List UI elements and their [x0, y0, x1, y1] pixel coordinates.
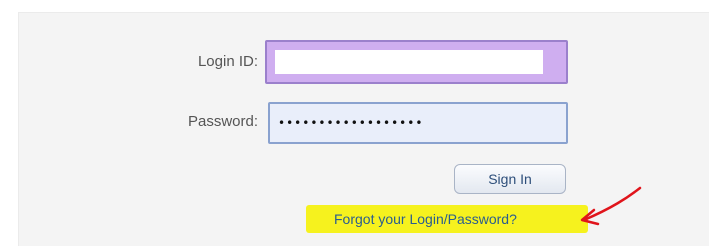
hand-drawn-arrow-icon [580, 186, 642, 226]
password-label: Password: [187, 113, 258, 130]
login-id-input[interactable] [275, 50, 543, 74]
sign-in-button[interactable]: Sign In [454, 164, 566, 194]
login-id-field-wrapper[interactable] [265, 40, 568, 84]
forgot-login-password-link[interactable]: Forgot your Login/Password? [334, 211, 517, 227]
password-input[interactable]: •••••••••••••••••• [278, 112, 548, 134]
password-field-wrapper[interactable]: •••••••••••••••••• [268, 102, 568, 144]
login-id-label: Login ID: [197, 53, 258, 70]
